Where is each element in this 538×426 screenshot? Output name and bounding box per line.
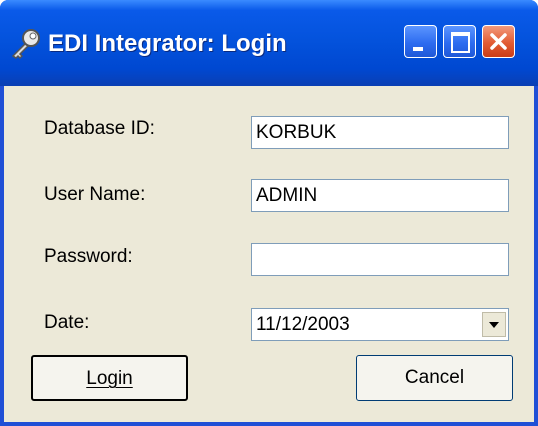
login-button-label: Login xyxy=(86,368,133,389)
close-button[interactable] xyxy=(482,25,515,58)
password-field[interactable] xyxy=(251,243,509,276)
user-name-label: User Name: xyxy=(44,184,146,205)
date-label: Date: xyxy=(44,312,90,333)
login-button[interactable]: Login xyxy=(31,355,188,401)
date-combo[interactable] xyxy=(251,308,509,341)
key-icon xyxy=(11,29,40,60)
minimize-button[interactable] xyxy=(404,25,437,58)
chevron-down-icon[interactable] xyxy=(482,312,506,337)
date-input[interactable] xyxy=(252,309,508,340)
user-name-input[interactable] xyxy=(252,180,508,211)
close-icon xyxy=(490,33,507,50)
login-window: EDI Integrator: Login Database ID: User … xyxy=(0,0,538,426)
database-id-input[interactable] xyxy=(252,117,508,148)
window-title: EDI Integrator: Login xyxy=(48,30,287,57)
password-input[interactable] xyxy=(252,244,508,275)
user-name-field[interactable] xyxy=(251,179,509,212)
cancel-button[interactable]: Cancel xyxy=(356,355,513,401)
maximize-button[interactable] xyxy=(443,25,476,58)
password-label: Password: xyxy=(44,246,133,267)
database-id-label: Database ID: xyxy=(44,118,155,139)
database-id-field[interactable] xyxy=(251,116,509,149)
cancel-button-label: Cancel xyxy=(404,367,465,388)
title-bar[interactable]: EDI Integrator: Login xyxy=(0,0,538,86)
